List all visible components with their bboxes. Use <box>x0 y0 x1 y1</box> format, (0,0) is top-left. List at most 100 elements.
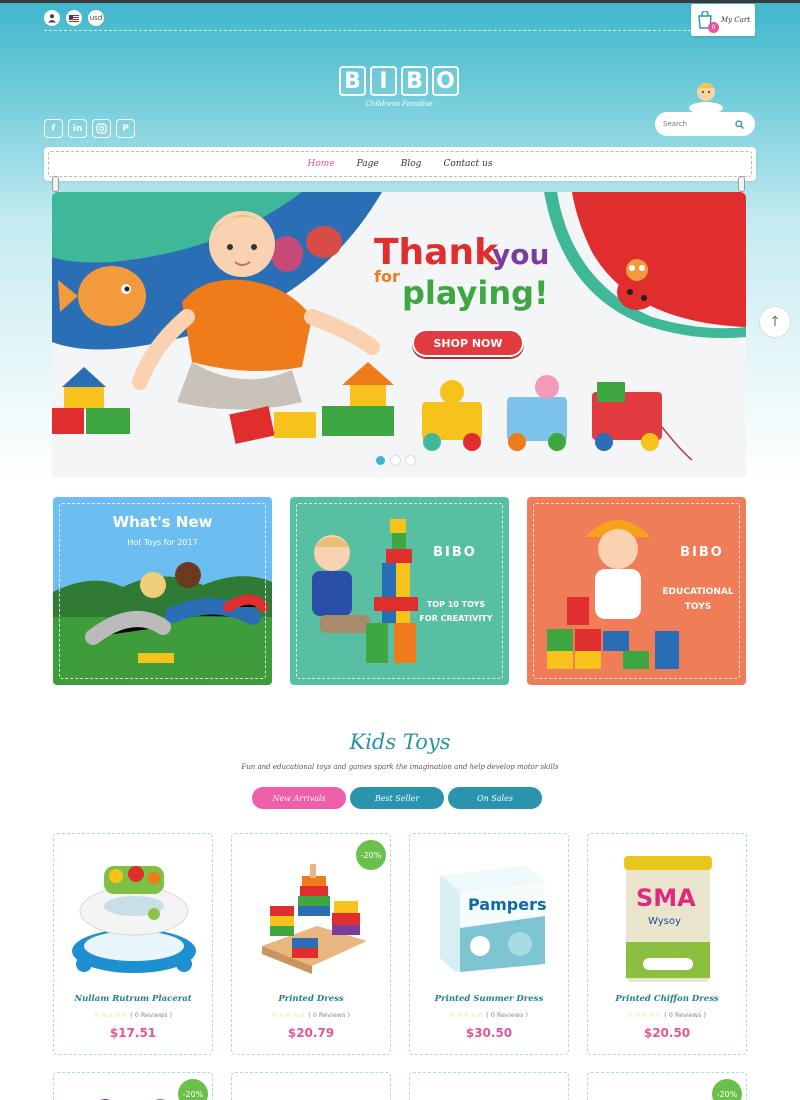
slider-dot[interactable] <box>376 456 385 465</box>
site-logo[interactable]: B I B O Childrens Paradise <box>337 66 461 108</box>
product-price: $20.79 <box>287 1026 335 1040</box>
product-rating: ☆☆☆☆☆ ( 0 Reviews ) <box>588 1011 746 1019</box>
nav-peg-right <box>738 176 745 192</box>
language-flag-icon[interactable] <box>66 10 82 26</box>
banner-headline-for: for <box>374 267 400 286</box>
pinterest-icon[interactable]: P <box>116 119 135 138</box>
promo-top10-logo: BIBO <box>433 545 477 560</box>
logo-letters: B I B O <box>337 66 461 96</box>
section-title: Kids Toys <box>349 730 451 754</box>
section-subtitle: Fun and educational toys and games spark… <box>241 763 559 771</box>
review-count: ( 0 Reviews ) <box>308 1011 351 1019</box>
product-price: $20.50 <box>643 1026 691 1040</box>
product-rating: ☆☆☆☆☆ ( 0 Reviews ) <box>410 1011 568 1019</box>
star-rating-icons: ☆☆☆☆☆ <box>627 1011 663 1019</box>
logo-letter: B <box>401 66 428 96</box>
currency-selector[interactable]: usd <box>88 10 104 26</box>
cart-button[interactable]: 0 My Cart <box>691 4 755 36</box>
top-edge <box>0 0 800 3</box>
banner-headline-playing: playing! <box>402 274 549 312</box>
scroll-to-top-button[interactable]: ↑ <box>759 306 791 338</box>
main-nav: Home Page Blog Contact us <box>44 147 756 181</box>
product-rating: ☆☆☆☆☆ ( 0 Reviews ) <box>232 1011 390 1019</box>
product-card[interactable]: Nullam Rutrum Placerat ☆☆☆☆☆ ( 0 Reviews… <box>53 833 213 1055</box>
product-image-partial <box>460 1095 520 1100</box>
promo-whats-new-title: What's New <box>112 513 213 531</box>
user-account-icon[interactable] <box>44 10 60 26</box>
search-input[interactable] <box>663 120 735 128</box>
sma-brand-text: SMA <box>636 884 696 912</box>
slider-dot[interactable] <box>391 456 400 465</box>
logo-letter: B <box>339 66 366 96</box>
star-rating-icons: ☆☆☆☆☆ <box>449 1011 485 1019</box>
pampers-brand-text: Pampers <box>468 895 546 914</box>
promo-top-10-toys[interactable]: BIBO TOP 10 TOYS FOR CREATIVITY <box>290 497 509 685</box>
review-count: ( 0 Reviews ) <box>130 1011 173 1019</box>
promo-whats-new-illustration <box>53 562 272 663</box>
instagram-icon[interactable] <box>92 119 111 138</box>
review-count: ( 0 Reviews ) <box>664 1011 707 1019</box>
product-price: $30.50 <box>465 1026 513 1040</box>
review-count: ( 0 Reviews ) <box>486 1011 529 1019</box>
cart-label: My Cart <box>721 16 751 24</box>
promo-educational-toys[interactable]: BIBO EDUCATIONAL TOYS <box>527 497 746 685</box>
tab-on-sales[interactable]: On Sales <box>448 787 542 809</box>
product-tabs: New Arrivals Best Seller On Sales <box>252 787 542 809</box>
site-tagline: Childrens Paradise <box>365 100 433 108</box>
promo-whats-new[interactable]: What's New Hot Toys for 2017 <box>53 497 272 685</box>
product-price: $17.51 <box>109 1026 157 1040</box>
promo-educational-illustration <box>547 520 679 669</box>
product-name[interactable]: Nullam Rutrum Placerat <box>54 994 212 1004</box>
hero-illustration: Thank you for playing! <box>52 192 746 461</box>
product-image-formula-tin[interactable]: SMA Wysoy <box>598 846 738 986</box>
hero-banner[interactable]: Thank you for playing! <box>52 192 746 478</box>
sma-sub-text: Wysoy <box>648 916 681 927</box>
product-image-partial <box>282 1093 342 1100</box>
promo-top10-title-1: TOP 10 TOYS <box>426 600 486 609</box>
product-image-baby-walker[interactable] <box>64 846 204 986</box>
promo-whats-new-subtitle: Hot Toys for 2017 <box>127 538 198 547</box>
nav-contact[interactable]: Contact us <box>443 159 492 169</box>
logo-letter: O <box>432 66 459 96</box>
social-links: f in P <box>44 119 135 138</box>
linkedin-icon[interactable]: in <box>68 119 87 138</box>
tab-best-seller[interactable]: Best Seller <box>350 787 444 809</box>
discount-badge: -20% <box>356 840 386 870</box>
product-image-partial <box>100 1099 165 1100</box>
slider-dots <box>376 456 415 465</box>
shop-now-button[interactable]: SHOP NOW <box>412 329 524 357</box>
product-card-partial[interactable] <box>231 1072 391 1100</box>
star-rating-icons: ☆☆☆☆☆ <box>93 1011 129 1019</box>
banner-headline-you: you <box>492 238 549 271</box>
header-divider <box>44 30 756 31</box>
promo-top10-title-2: FOR CREATIVITY <box>419 614 493 623</box>
product-card[interactable]: Pampers Printed Summer Dress ☆☆☆☆☆ ( 0 R… <box>409 833 569 1055</box>
arrow-up-icon: ↑ <box>769 314 781 330</box>
product-image-diapers[interactable]: Pampers <box>420 846 560 986</box>
product-rating: ☆☆☆☆☆ ( 0 Reviews ) <box>54 1011 212 1019</box>
cart-count-badge: 0 <box>708 22 719 33</box>
product-card-partial[interactable]: -20% <box>587 1072 747 1100</box>
nav-page[interactable]: Page <box>357 159 379 169</box>
tab-new-arrivals[interactable]: New Arrivals <box>252 787 346 809</box>
promo-top10-illustration <box>312 519 418 663</box>
star-rating-icons: ☆☆☆☆☆ <box>271 1011 307 1019</box>
search-box[interactable] <box>655 112 755 136</box>
promo-educational-logo: BIBO <box>680 545 724 560</box>
product-name[interactable]: Printed Chiffon Dress <box>588 994 746 1004</box>
nav-blog[interactable]: Blog <box>401 159 422 169</box>
product-card[interactable]: SMA Wysoy Printed Chiffon Dress ☆☆☆☆☆ ( … <box>587 833 747 1055</box>
slider-dot[interactable] <box>406 456 415 465</box>
product-name[interactable]: Printed Dress <box>232 994 390 1004</box>
discount-badge: -20% <box>712 1079 742 1100</box>
promo-educational-title-1: EDUCATIONAL <box>662 587 734 597</box>
product-card[interactable]: -20% Printed Dress ☆☆☆☆☆ ( 0 Reviews ) $… <box>231 833 391 1055</box>
search-icon[interactable] <box>735 119 744 129</box>
facebook-icon[interactable]: f <box>44 119 63 138</box>
product-name[interactable]: Printed Summer Dress <box>410 994 568 1004</box>
nav-home[interactable]: Home <box>308 159 335 169</box>
baby-cloud-mascot <box>689 83 723 114</box>
product-card-partial[interactable]: -20% <box>53 1072 213 1100</box>
product-card-partial[interactable] <box>409 1072 569 1100</box>
promo-educational-title-2: TOYS <box>684 602 712 612</box>
